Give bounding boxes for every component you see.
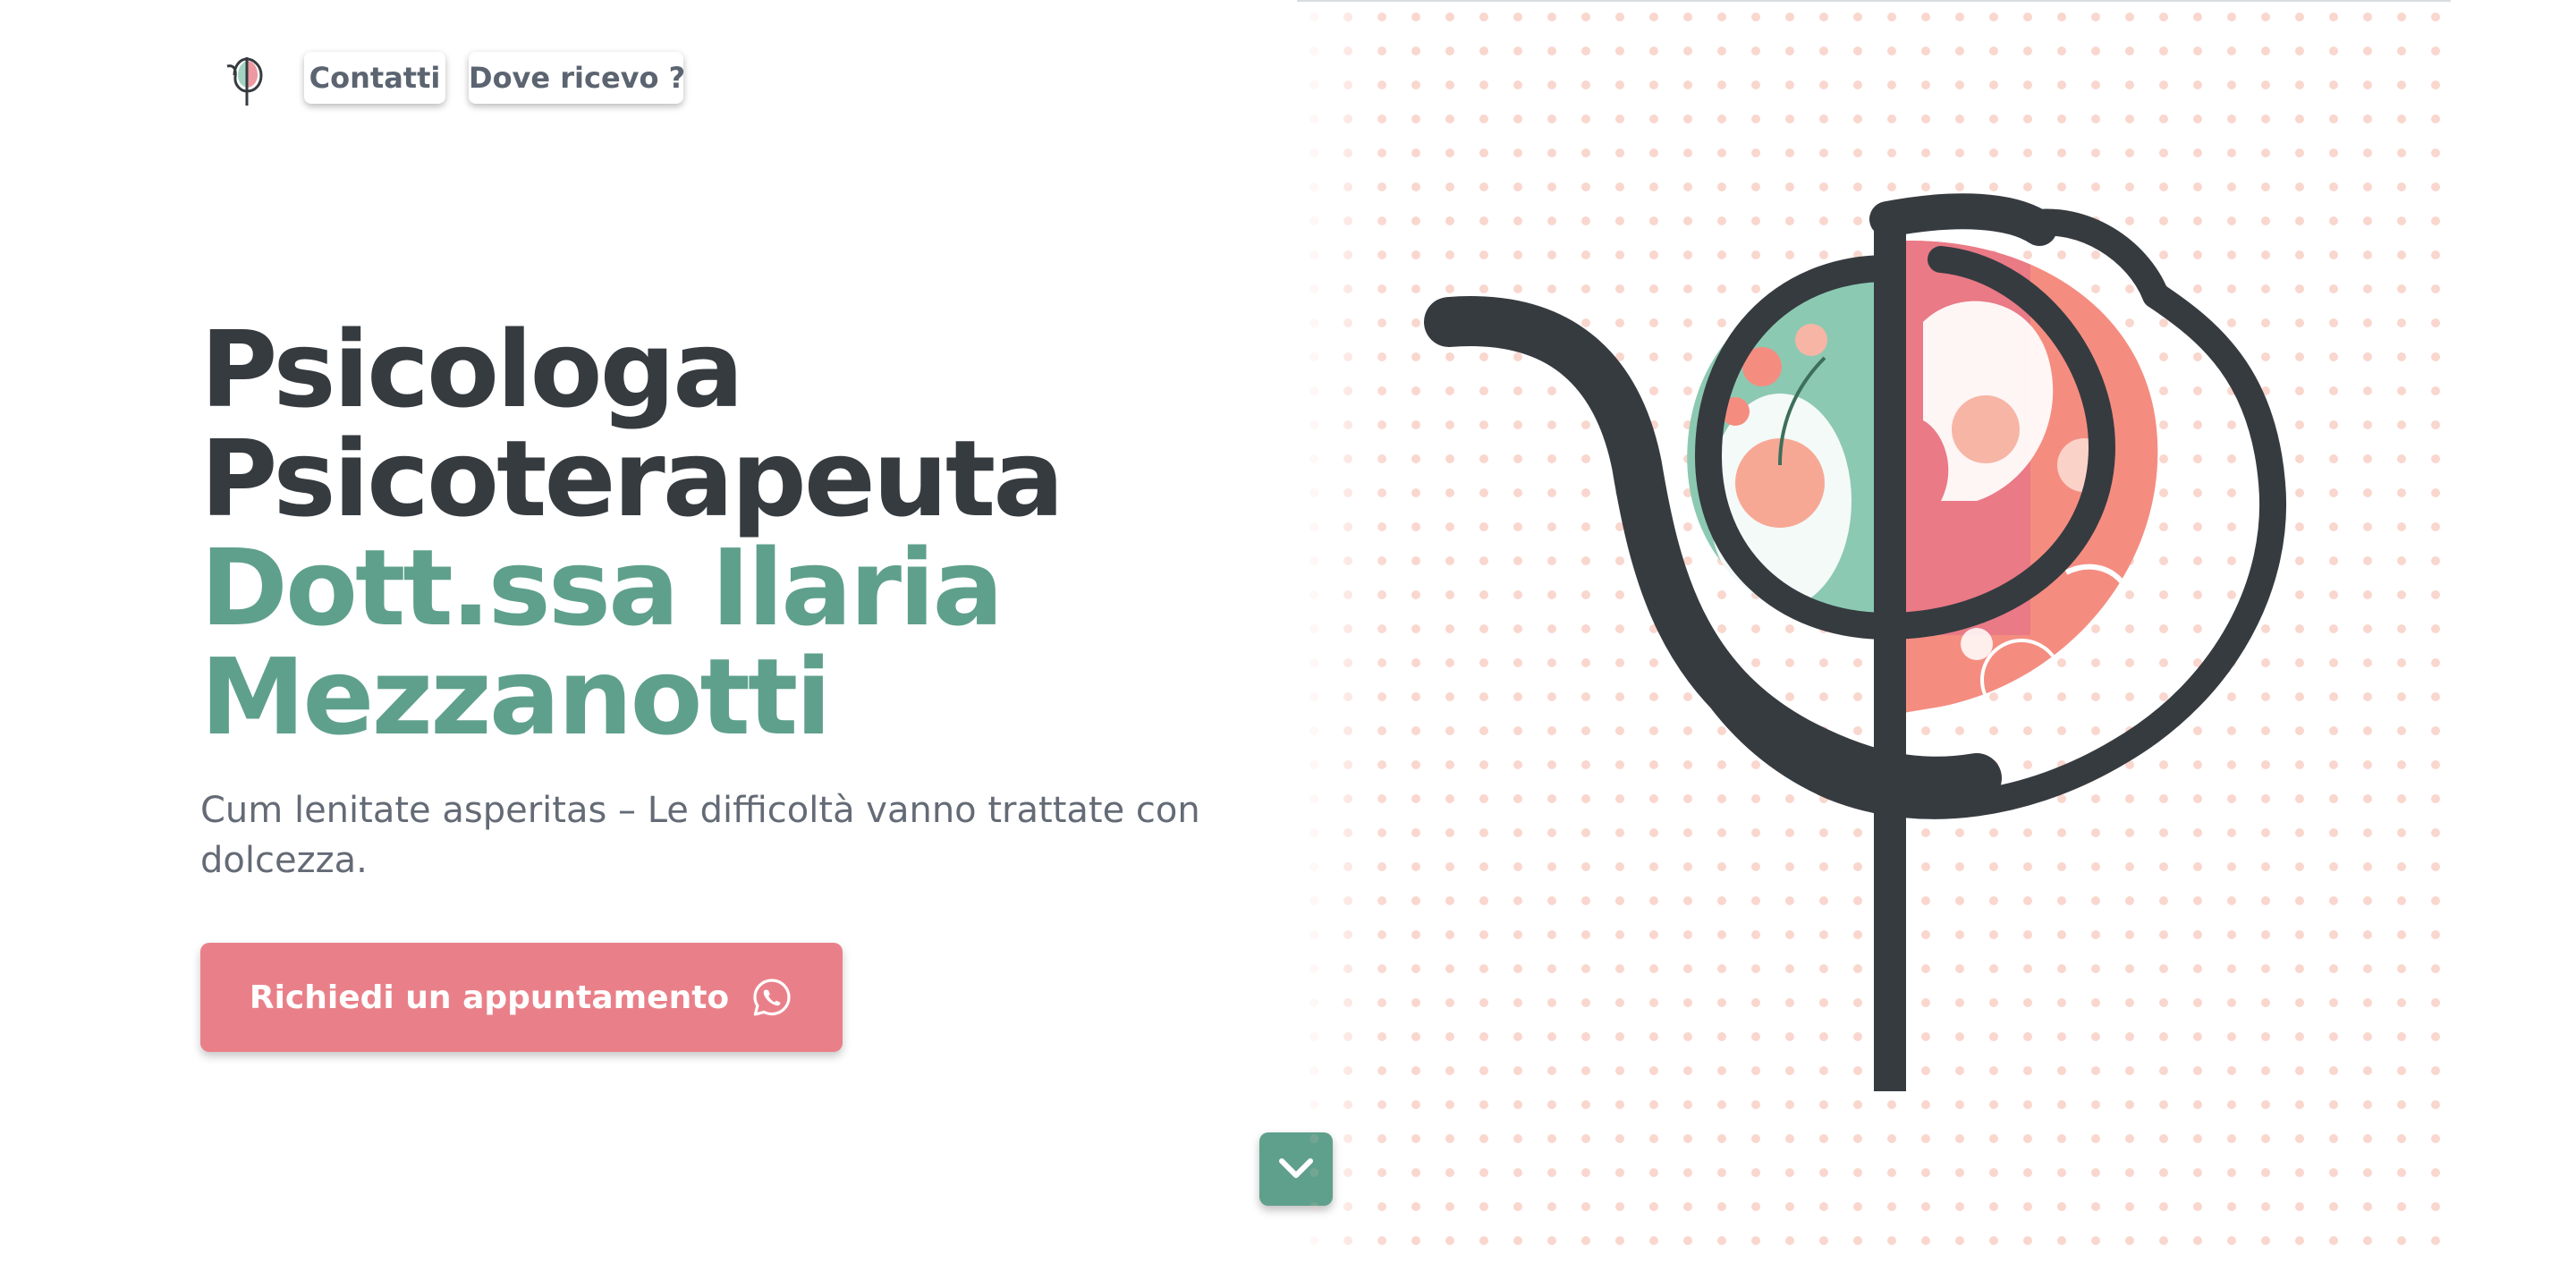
whatsapp-icon bbox=[753, 979, 791, 1016]
title-line-psicoterapeuta: Psicoterapeuta bbox=[200, 417, 1064, 540]
title-line-psicologa: Psicologa bbox=[200, 308, 744, 431]
hero-subtitle: Cum lenitate asperitas – Le difficoltà v… bbox=[200, 790, 1200, 881]
hero-title: Psicologa Psicoterapeuta Dott.ssa Ilaria… bbox=[200, 308, 1064, 759]
cta-label: Richiedi un appuntamento bbox=[249, 979, 730, 1016]
nav-dove-ricevo-button[interactable]: Dove ricevo ? bbox=[469, 52, 685, 104]
psi-stem bbox=[1874, 215, 1906, 1091]
psi-illustration bbox=[1297, 0, 2451, 1263]
doctor-name-line2: Mezzanotti bbox=[200, 635, 832, 759]
doctor-name-line1: Dott.ssa Ilaria bbox=[200, 526, 1004, 649]
logo-icon[interactable] bbox=[224, 50, 270, 107]
request-appointment-button[interactable]: Richiedi un appuntamento bbox=[200, 943, 843, 1052]
nav-contatti-button[interactable]: Contatti bbox=[304, 52, 445, 104]
